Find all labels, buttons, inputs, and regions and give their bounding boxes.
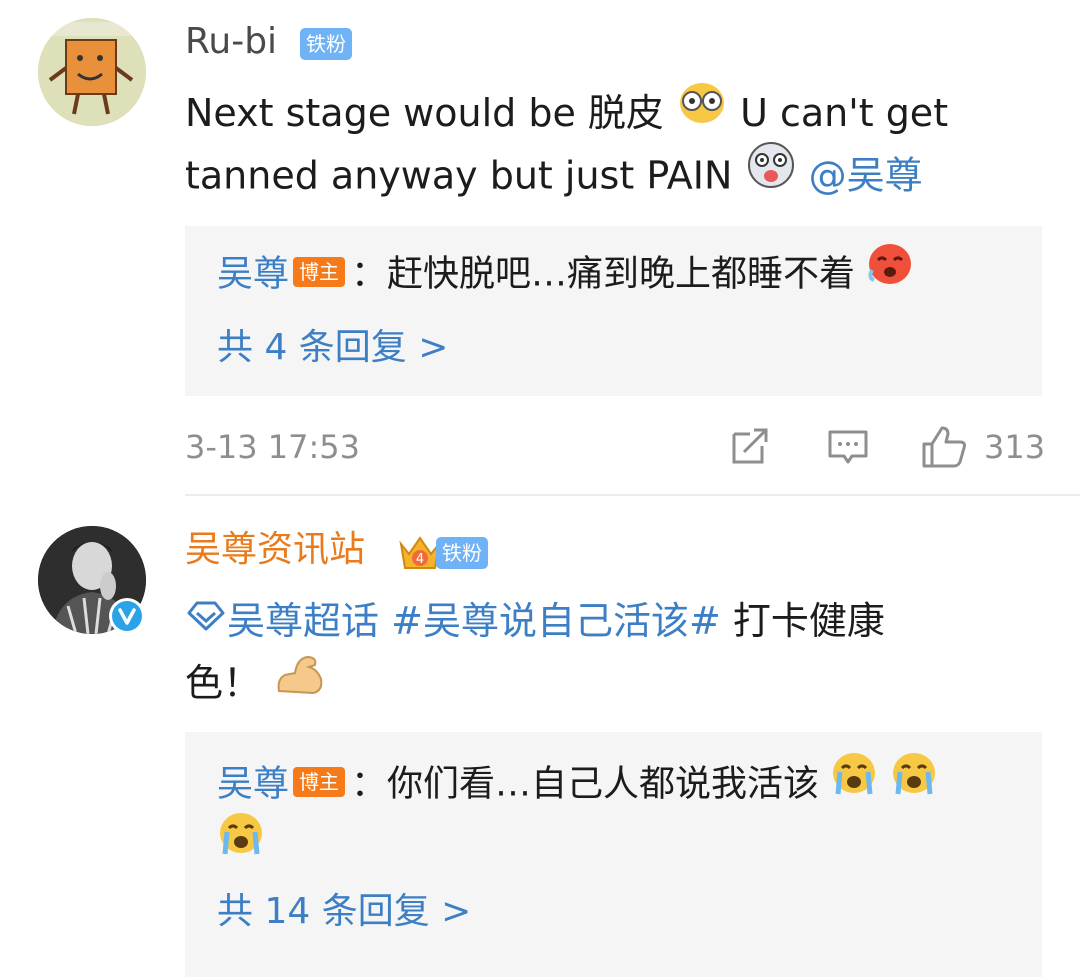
view-replies-link[interactable]: 共 14 条回复 > xyxy=(217,888,471,936)
fan-badge: 铁粉 xyxy=(436,537,488,569)
super-topic-diamond-icon xyxy=(185,589,227,651)
comment-text-part: Next stage would be 脱皮 xyxy=(185,91,664,135)
mention-link[interactable]: @吴尊 xyxy=(809,154,923,198)
comment-text-part: 色！ xyxy=(185,661,262,705)
like-count: 313 xyxy=(984,428,1046,466)
reply-line: 吴尊 博主 ：赶快脱吧…痛到晚上都睡不着 xyxy=(217,244,914,307)
reply-preview[interactable]: 吴尊 博主 ：赶快脱吧…痛到晚上都睡不着 共 4 条回复 > xyxy=(185,226,1042,396)
verified-badge-icon xyxy=(109,598,145,634)
super-topic-link[interactable]: 吴尊超话 xyxy=(227,599,379,643)
share-button[interactable] xyxy=(728,424,772,468)
reply-preview[interactable]: 吴尊 博主 ：你们看…自己人都说我活该 共 14 条回复 > xyxy=(185,732,1042,977)
timestamp: 3-13 17:53 xyxy=(185,428,361,466)
reply-text: ：你们看…自己人都说我活该 xyxy=(351,763,820,805)
comment-text: 色！ xyxy=(185,652,329,719)
loudly-crying-face-icon xyxy=(830,750,878,813)
reply-text: ：赶快脱吧…痛到晚上都睡不着 xyxy=(351,253,856,295)
username[interactable]: Ru-bi xyxy=(185,20,277,64)
comment-text: Next stage would be 脱皮 U can't get xyxy=(185,82,948,147)
username[interactable]: 吴尊资讯站 xyxy=(185,528,365,572)
hot-face-icon xyxy=(866,240,914,303)
loudly-crying-face-icon xyxy=(217,810,265,873)
share-icon xyxy=(728,428,772,472)
flexed-biceps-icon xyxy=(273,649,329,715)
crown-level: 4 xyxy=(416,552,424,567)
reply-author[interactable]: 吴尊 xyxy=(217,764,289,805)
host-badge: 博主 xyxy=(293,766,346,797)
comment-icon xyxy=(826,430,870,472)
view-replies-link[interactable]: 共 4 条回复 > xyxy=(217,324,448,372)
comment-button[interactable] xyxy=(826,424,870,468)
comment-text-part: U can't get xyxy=(740,91,949,135)
reply-author[interactable]: 吴尊 xyxy=(217,254,289,295)
hashtag-link[interactable]: #吴尊说自己活该# xyxy=(391,599,721,643)
reply-line xyxy=(217,813,265,877)
dizzy-tongue-face-icon xyxy=(745,140,797,208)
like-icon xyxy=(920,426,968,474)
divider xyxy=(185,494,1080,496)
reply-line: 吴尊 博主 ：你们看…自己人都说我活该 xyxy=(217,753,938,817)
comment-text-part: tanned anyway but just PAIN xyxy=(185,153,733,198)
comment-text: 吴尊超话 #吴尊说自己活该# 打卡健康 xyxy=(185,590,885,655)
comment-text-part: 打卡健康 xyxy=(720,599,885,643)
fan-badge: 铁粉 xyxy=(300,28,352,60)
loudly-crying-face-icon xyxy=(890,750,938,813)
avatar[interactable] xyxy=(38,18,146,126)
like-button[interactable] xyxy=(920,424,968,468)
host-badge: 博主 xyxy=(293,256,346,287)
face-with-glasses-icon xyxy=(676,81,728,143)
comment-text: tanned anyway but just PAIN @吴尊 xyxy=(185,142,923,212)
